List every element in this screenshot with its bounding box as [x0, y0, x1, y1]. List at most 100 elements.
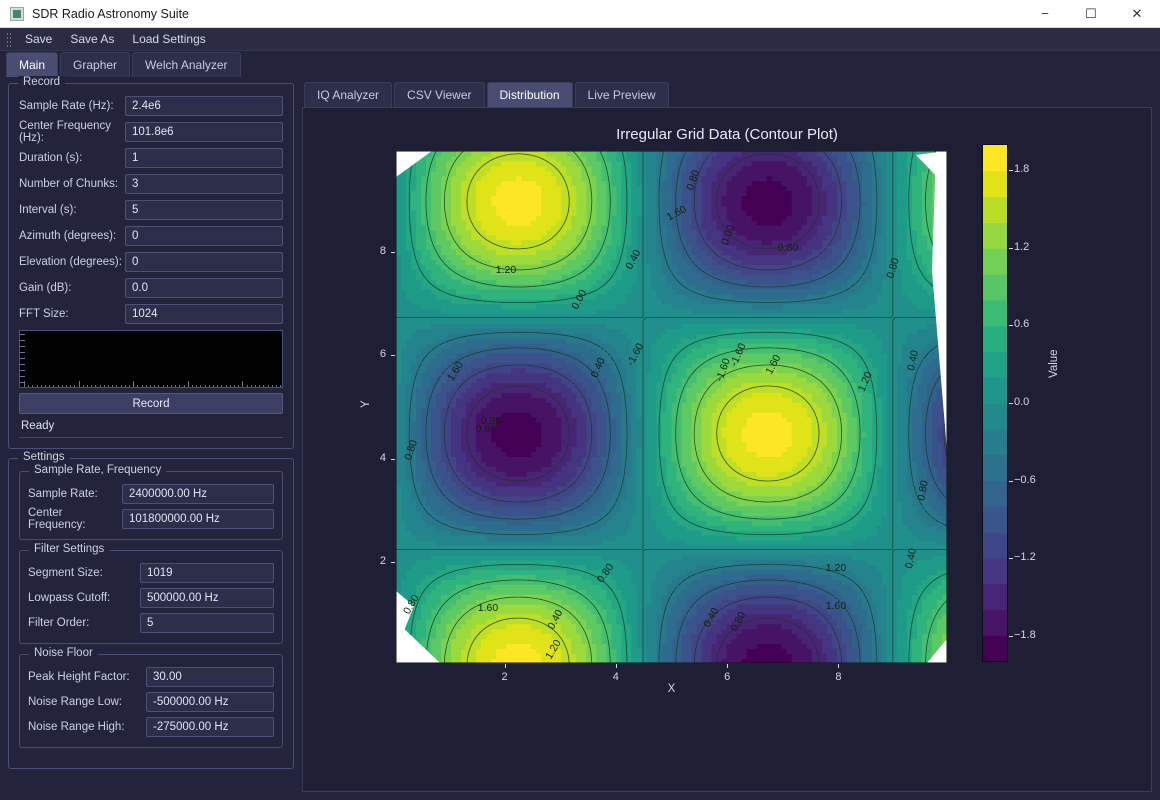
tab-welch-analyzer[interactable]: Welch Analyzer [132, 52, 241, 77]
x-tick-label: 2 [501, 671, 508, 683]
field-elevation: Elevation (degrees): 0 [19, 252, 283, 272]
x-tick-mark [504, 664, 506, 668]
plot-pane: Irregular Grid Data (Contour Plot) 1.20 1… [302, 107, 1152, 792]
lowpass-cutoff-input[interactable]: 500000.00 Hz [140, 588, 274, 608]
maximize-button[interactable]: ☐ [1068, 0, 1114, 28]
field-label: Elevation (degrees): [19, 256, 122, 268]
number-of-chunks-input[interactable]: 3 [125, 174, 283, 194]
menu-item-save[interactable]: Save [16, 29, 61, 49]
x-tick-mark [838, 664, 840, 668]
toolbar-grip-icon[interactable] [6, 31, 11, 47]
colorbar-tick-label: 0.6 [1014, 318, 1030, 331]
y-tick-mark [391, 562, 395, 564]
interval-input[interactable]: 5 [125, 200, 283, 220]
filter-settings-group: Filter Settings Segment Size: 1019 Lowpa… [19, 543, 283, 644]
field-segment-size: Segment Size: 1019 [28, 563, 274, 583]
colorbar-tick-label: −1.2 [1014, 551, 1036, 564]
colorbar-tick-mark [1009, 480, 1013, 482]
center-frequency-input[interactable]: 101800000.00 Hz [122, 509, 274, 529]
colorbar-label: Value [1048, 349, 1060, 378]
field-label: Noise Range High: [28, 721, 125, 733]
field-label: Center Frequency (Hz): [19, 120, 112, 144]
colorbar-tick-mark [1009, 247, 1013, 249]
field-sample-rate: Sample Rate: 2400000.00 Hz [28, 484, 274, 504]
field-peak-height-factor: Peak Height Factor: 30.00 [28, 667, 274, 687]
filter-order-input[interactable]: 5 [140, 613, 274, 633]
y-tick-label: 8 [379, 244, 386, 257]
field-noise-range-low: Noise Range Low: -500000.00 Hz [28, 692, 274, 712]
azimuth-input[interactable]: 0 [125, 226, 283, 246]
window-title: SDR Radio Astronomy Suite [32, 6, 190, 21]
field-label: FFT Size: [19, 308, 69, 320]
tab-iq-analyzer[interactable]: IQ Analyzer [304, 82, 393, 107]
field-label: Center Frequency: [28, 507, 86, 531]
y-tick-label: 2 [379, 555, 386, 568]
tab-live-preview[interactable]: Live Preview [574, 82, 669, 107]
y-tick-mark [391, 458, 395, 460]
x-tick-label: 4 [612, 671, 619, 683]
field-noise-range-high: Noise Range High: -275000.00 Hz [28, 717, 274, 737]
x-axis-label: X [667, 683, 676, 695]
main-content: Record Sample Rate (Hz): 2.4e6 Center Fr… [0, 76, 1160, 800]
field-center-frequency: Center Frequency: 101800000.00 Hz [28, 507, 274, 531]
window-controls: − ☐ ✕ [1022, 0, 1160, 28]
elevation-input[interactable]: 0 [125, 252, 283, 272]
field-label: Gain (dB): [19, 282, 72, 294]
gain-db-select[interactable]: 0.0 [125, 278, 283, 298]
colorbar-tick-label: 1.8 [1014, 162, 1030, 175]
menu-bar: Save Save As Load Settings [0, 28, 1160, 51]
main-tab-bar: Main Grapher Welch Analyzer [0, 51, 1160, 77]
record-status-text: Ready [19, 420, 283, 438]
noise-range-high-input[interactable]: -275000.00 Hz [146, 717, 274, 737]
field-interval: Interval (s): 5 [19, 200, 283, 220]
y-axis-label: Y [360, 400, 372, 408]
segment-size-input[interactable]: 1019 [140, 563, 274, 583]
field-duration: Duration (s): 1 [19, 148, 283, 168]
field-gain-db: Gain (dB): 0.0 [19, 278, 283, 298]
sub-group-legend: Filter Settings [29, 543, 110, 555]
field-label: Interval (s): [19, 204, 77, 216]
sub-group-legend: Sample Rate, Frequency [29, 464, 167, 476]
field-label: Lowpass Cutoff: [28, 592, 111, 604]
duration-input[interactable]: 1 [125, 148, 283, 168]
close-button[interactable]: ✕ [1114, 0, 1160, 28]
colorbar-tick-label: −1.8 [1014, 629, 1036, 642]
field-label: Duration (s): [19, 152, 83, 164]
colorbar-tick-mark [1009, 169, 1013, 171]
sample-rate-input[interactable]: 2400000.00 Hz [122, 484, 274, 504]
field-label: Peak Height Factor: [28, 671, 130, 683]
sample-rate-hz-input[interactable]: 2.4e6 [125, 96, 283, 116]
y-tick-label: 6 [379, 348, 386, 361]
y-tick-label: 4 [379, 451, 386, 464]
chart-title: Irregular Grid Data (Contour Plot) [616, 126, 838, 143]
tab-csv-viewer[interactable]: CSV Viewer [394, 82, 485, 107]
left-panel: Record Sample Rate (Hz): 2.4e6 Center Fr… [0, 76, 300, 800]
tab-grapher[interactable]: Grapher [60, 52, 131, 77]
colorbar [982, 144, 1008, 662]
window-titlebar: SDR Radio Astronomy Suite − ☐ ✕ [0, 0, 1160, 28]
noise-range-low-input[interactable]: -500000.00 Hz [146, 692, 274, 712]
tab-main[interactable]: Main [6, 52, 59, 77]
fft-size-input[interactable]: 1024 [125, 304, 283, 324]
field-label: Sample Rate: [28, 488, 98, 500]
content-tab-bar: IQ Analyzer CSV Viewer Distribution Live… [302, 82, 1152, 107]
center-frequency-hz-input[interactable]: 101.8e6 [125, 122, 283, 142]
y-tick-mark [391, 251, 395, 253]
field-label: Azimuth (degrees): [19, 230, 117, 242]
record-button[interactable]: Record [19, 393, 283, 414]
record-group-legend: Record [18, 76, 66, 88]
field-sample-rate-hz: Sample Rate (Hz): 2.4e6 [19, 96, 283, 116]
y-tick-mark [391, 355, 395, 357]
contour-axes[interactable]: 1.20 1.60 0.80 1.60 0.00 0.40 0.40 0.80 0.00 1.60… [396, 151, 947, 663]
menu-item-load-settings[interactable]: Load Settings [123, 29, 214, 49]
colorbar-tick-label: 0.0 [1014, 396, 1030, 408]
peak-height-factor-input[interactable]: 30.00 [146, 667, 274, 687]
x-tick-mark [727, 664, 729, 668]
minimize-button[interactable]: − [1022, 0, 1068, 28]
right-panel: IQ Analyzer CSV Viewer Distribution Live… [300, 77, 1160, 800]
colorbar-tick-label: 1.2 [1014, 240, 1030, 253]
menu-item-save-as[interactable]: Save As [61, 29, 123, 49]
tab-distribution[interactable]: Distribution [486, 82, 573, 107]
record-group: Record Sample Rate (Hz): 2.4e6 Center Fr… [8, 76, 294, 449]
field-lowpass-cutoff: Lowpass Cutoff: 500000.00 Hz [28, 588, 274, 608]
